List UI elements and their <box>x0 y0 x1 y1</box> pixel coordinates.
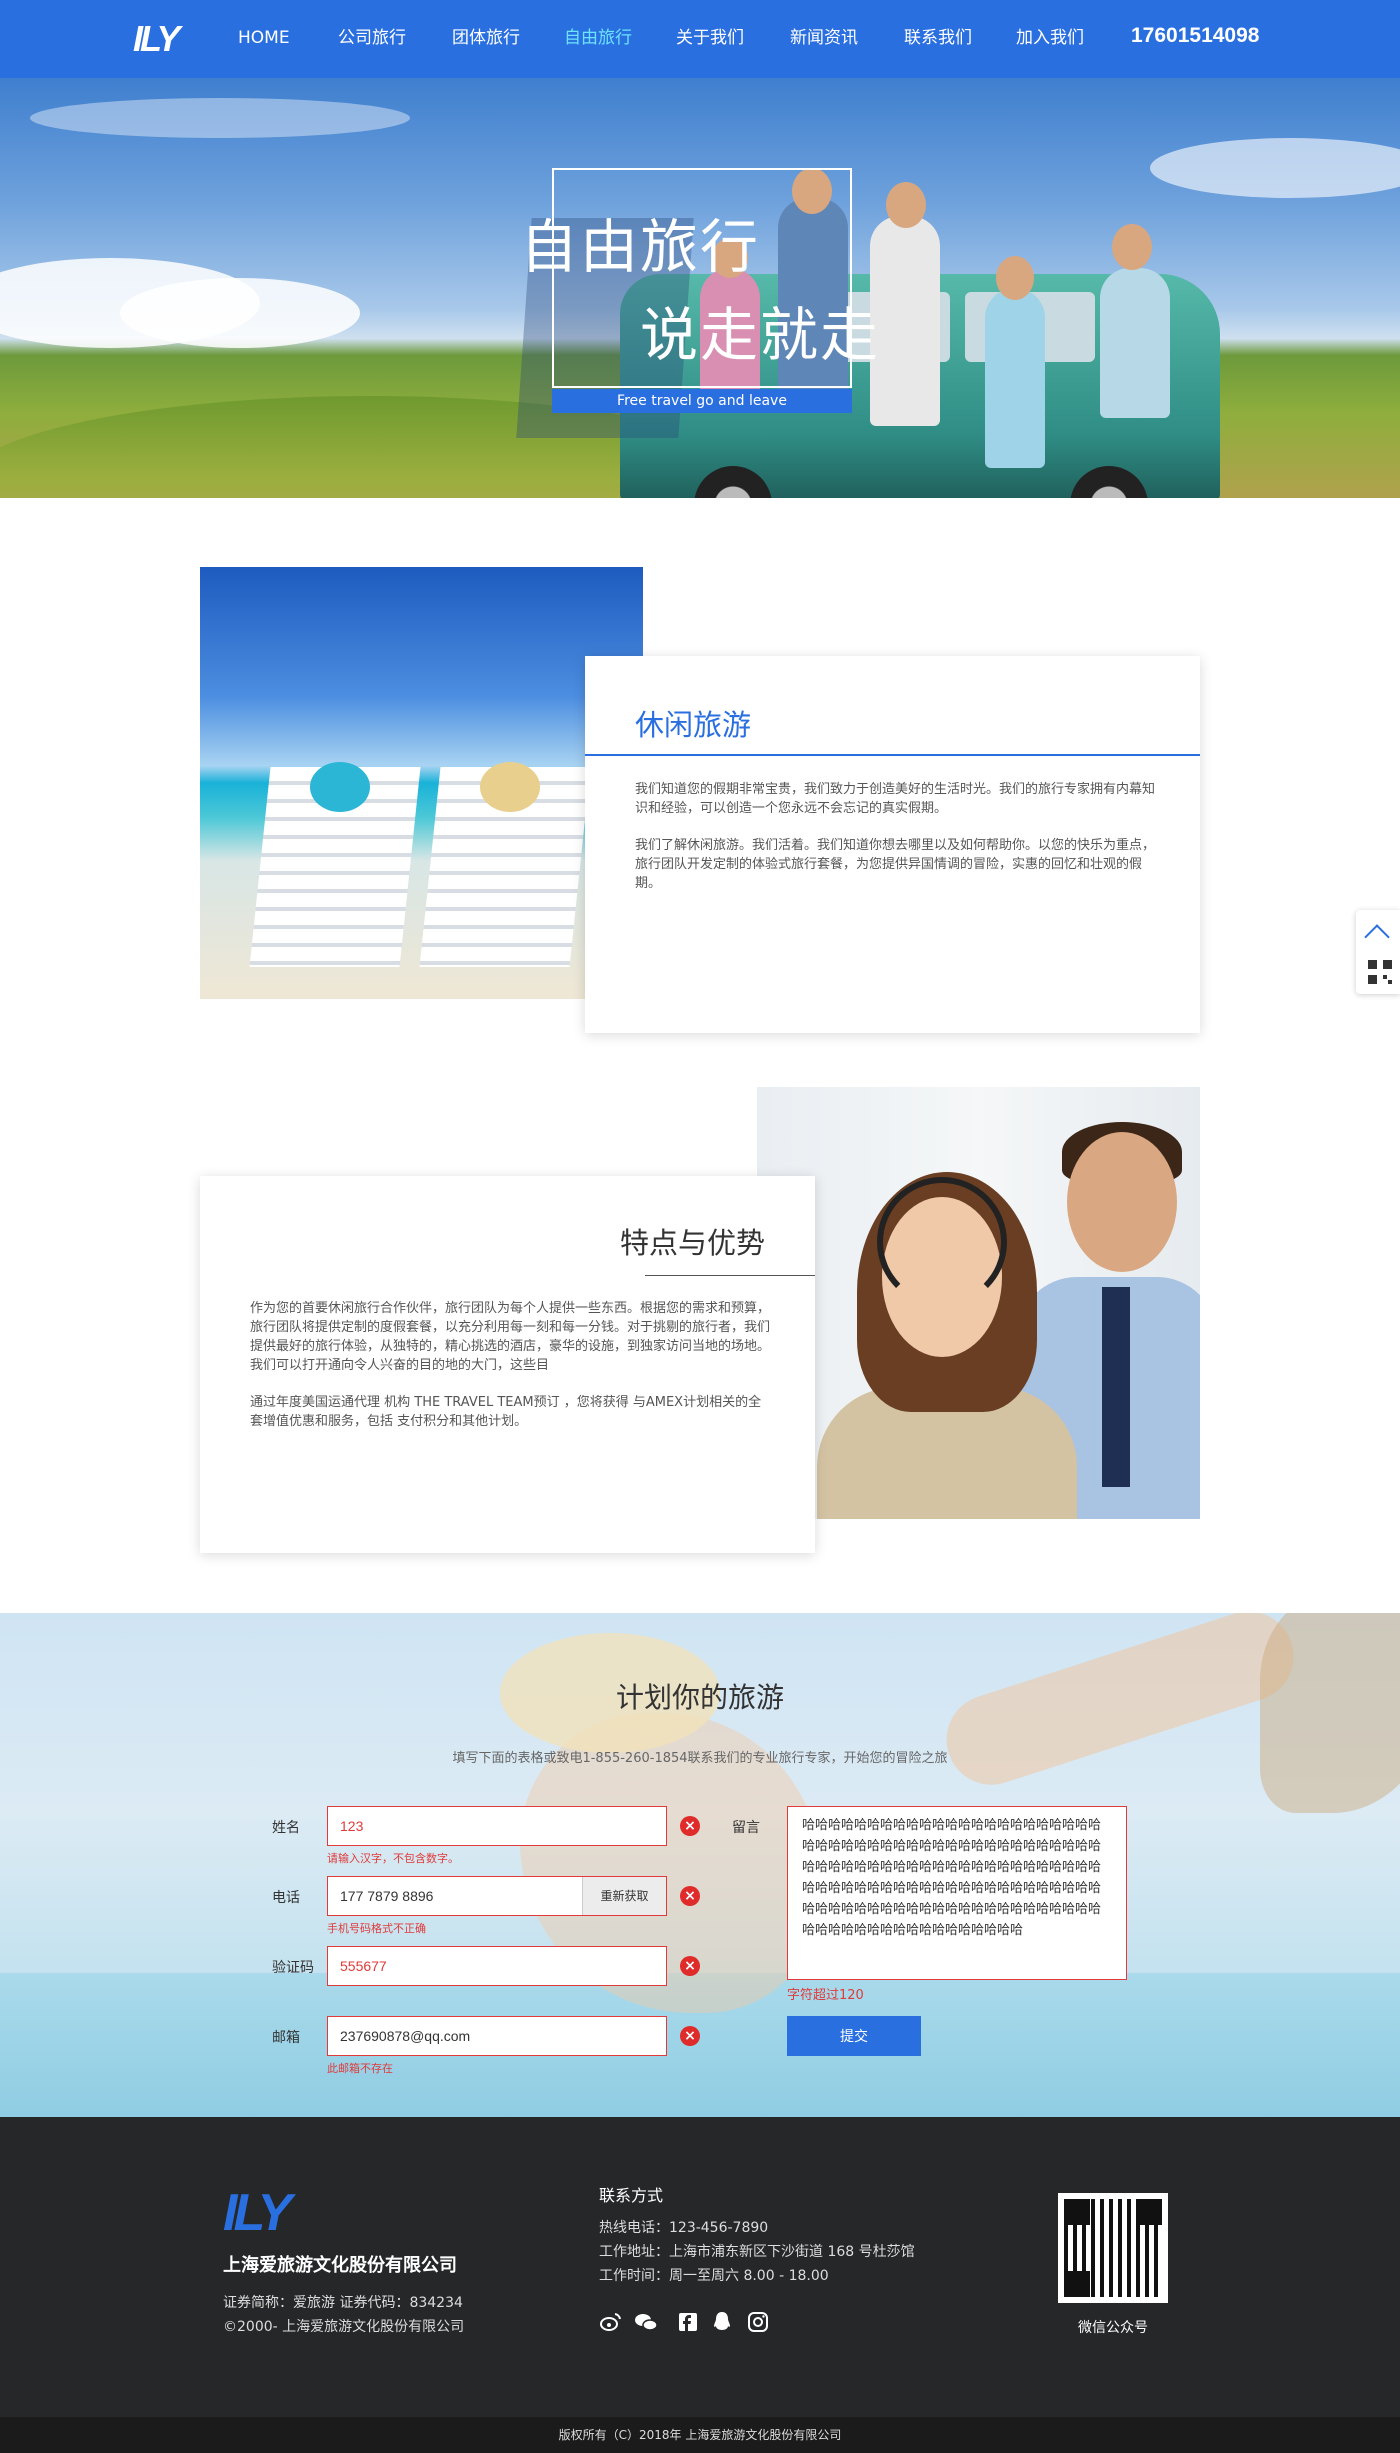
hero-person-head <box>1112 224 1152 270</box>
code-error-icon: × <box>680 1956 700 1976</box>
contact-address: 工作地址：上海市浦东新区下沙街道 168 号杜莎馆 <box>599 2244 915 2260</box>
qr-code-icon[interactable] <box>1368 960 1392 984</box>
features-divider <box>645 1275 815 1276</box>
phone-error-icon: × <box>680 1886 700 1906</box>
qq-icon[interactable] <box>710 2310 734 2334</box>
leisure-card: 休闲旅游 我们知道您的假期非常宝贵，我们致力于创造美好的生活时光。我们的旅行专家… <box>585 656 1200 1033</box>
qr-label: 微信公众号 <box>1078 2320 1148 2336</box>
name-input[interactable]: 123 <box>327 1806 667 1846</box>
back-to-top-icon[interactable] <box>1364 924 1390 950</box>
headset-icon <box>877 1177 1007 1307</box>
top-nav: ILY HOME 公司旅行 团体旅行 自由旅行 关于我们 新闻资讯 联系我们 加… <box>0 0 1400 78</box>
beach-photo <box>200 567 643 999</box>
name-error: 请输入汉字，不包含数字。 <box>327 1852 459 1865</box>
leisure-paragraph-1: 我们知道您的假期非常宝贵，我们致力于创造美好的生活时光。我们的旅行专家拥有内幕知… <box>635 782 1156 816</box>
nav-item-join[interactable]: 加入我们 <box>1016 26 1084 50</box>
code-input[interactable]: 555677 <box>327 1946 667 1986</box>
hero-cloud <box>1150 138 1400 198</box>
wechat-icon[interactable] <box>634 2310 658 2334</box>
leisure-divider <box>585 754 1200 756</box>
qr-code-icon <box>1064 2199 1162 2297</box>
hero-person-head <box>886 182 926 228</box>
photo-man-face <box>1067 1132 1177 1272</box>
message-textarea[interactable]: 哈哈哈哈哈哈哈哈哈哈哈哈哈哈哈哈哈哈哈哈哈哈哈哈哈哈哈哈哈哈哈哈哈哈哈哈哈哈哈哈… <box>787 1806 1127 1980</box>
resend-code-button[interactable]: 重新获取 <box>582 1877 666 1915</box>
name-error-icon: × <box>680 1816 700 1836</box>
hero-title-line1: 自由旅行 <box>520 213 761 281</box>
phone-label: 电话 <box>272 1890 300 1906</box>
instagram-icon[interactable] <box>746 2310 770 2334</box>
message-label: 留言 <box>732 1820 760 1836</box>
wechat-qr-code <box>1058 2193 1168 2303</box>
nav-item-about[interactable]: 关于我们 <box>676 26 744 50</box>
contact-hotline: 热线电话：123-456-7890 <box>599 2220 769 2236</box>
plan-section: 计划你的旅游 填写下面的表格或致电1-855-260-1854联系我们的专业旅行… <box>0 1613 1400 2117</box>
features-card: 特点与优势 作为您的首要休闲旅行合作伙伴，旅行团队为每个人提供一些东西。根据您的… <box>200 1176 815 1553</box>
hero-subtitle: Free travel go and leave <box>552 389 852 413</box>
hero-person <box>1100 268 1170 418</box>
nav-item-contact[interactable]: 联系我们 <box>904 26 972 50</box>
nav-item-free-travel[interactable]: 自由旅行 <box>564 26 632 50</box>
footer-company: 上海爱旅游文化股份有限公司 <box>223 2255 457 2276</box>
plan-title: 计划你的旅游 <box>615 1681 784 1714</box>
phone-error: 手机号码格式不正确 <box>327 1922 426 1935</box>
hero-cloud <box>120 278 360 348</box>
hero-cloud <box>30 98 410 138</box>
plan-subtitle: 填写下面的表格或致电1-855-260-1854联系我们的专业旅行专家，开始您的… <box>452 1751 948 1766</box>
contact-hours: 工作时间：周一至周六 8.00 - 18.00 <box>599 2268 829 2284</box>
nav-item-group-travel[interactable]: 团体旅行 <box>452 26 520 50</box>
beach-person-head <box>480 762 540 812</box>
features-title: 特点与优势 <box>619 1226 765 1260</box>
footer-since: ©2000- 上海爱旅游文化股份有限公司 <box>223 2319 465 2335</box>
leisure-paragraph-2: 我们了解休闲旅游。我们活着。我们知道你想去哪里以及如何帮助你。以您的快乐为重点，… <box>635 838 1156 891</box>
nav-item-company-travel[interactable]: 公司旅行 <box>338 26 406 50</box>
nav-item-news[interactable]: 新闻资讯 <box>790 26 858 50</box>
email-label: 邮箱 <box>272 2030 300 2046</box>
submit-button[interactable]: 提交 <box>787 2016 921 2056</box>
site-logo[interactable]: ILY <box>133 21 197 57</box>
hero-person-head <box>996 256 1034 300</box>
beach-person-head <box>310 762 370 812</box>
copyright: 版权所有（C）2018年 上海爱旅游文化股份有限公司 <box>0 2417 1400 2453</box>
features-paragraph-2: 通过年度美国运通代理 机构 THE TRAVEL TEAM预订 ，您将获得 与A… <box>250 1395 762 1429</box>
side-float-toolbar <box>1356 910 1400 994</box>
email-error: 此邮箱不存在 <box>327 2062 393 2075</box>
footer-logo: ILY <box>223 2184 292 2242</box>
facebook-icon[interactable] <box>676 2310 700 2334</box>
code-label: 验证码 <box>272 1960 314 1976</box>
weibo-icon[interactable] <box>599 2310 623 2334</box>
leisure-title: 休闲旅游 <box>635 708 752 742</box>
features-paragraph-1: 作为您的首要休闲旅行合作伙伴，旅行团队为每个人提供一些东西。根据您的需求和预算，… <box>250 1301 771 1373</box>
hero-title-line2: 说走就走 <box>640 301 881 369</box>
hero-person <box>985 288 1045 468</box>
message-error: 字符超过120 <box>787 1988 864 2003</box>
nav-phone: 17601514098 <box>1131 24 1260 47</box>
service-photo <box>757 1087 1200 1519</box>
nav-item-home[interactable]: HOME <box>238 26 290 50</box>
name-label: 姓名 <box>272 1820 300 1836</box>
hero-person <box>870 216 940 426</box>
photo-man-tie <box>1102 1287 1130 1487</box>
email-error-icon: × <box>680 2026 700 2046</box>
footer: ILY 上海爱旅游文化股份有限公司 证券简称：爱旅游 证券代码：834234 ©… <box>0 2117 1400 2417</box>
contact-title: 联系方式 <box>599 2186 664 2205</box>
email-input[interactable]: 237690878@qq.com <box>327 2016 667 2056</box>
footer-stock: 证券简称：爱旅游 证券代码：834234 <box>223 2295 463 2311</box>
